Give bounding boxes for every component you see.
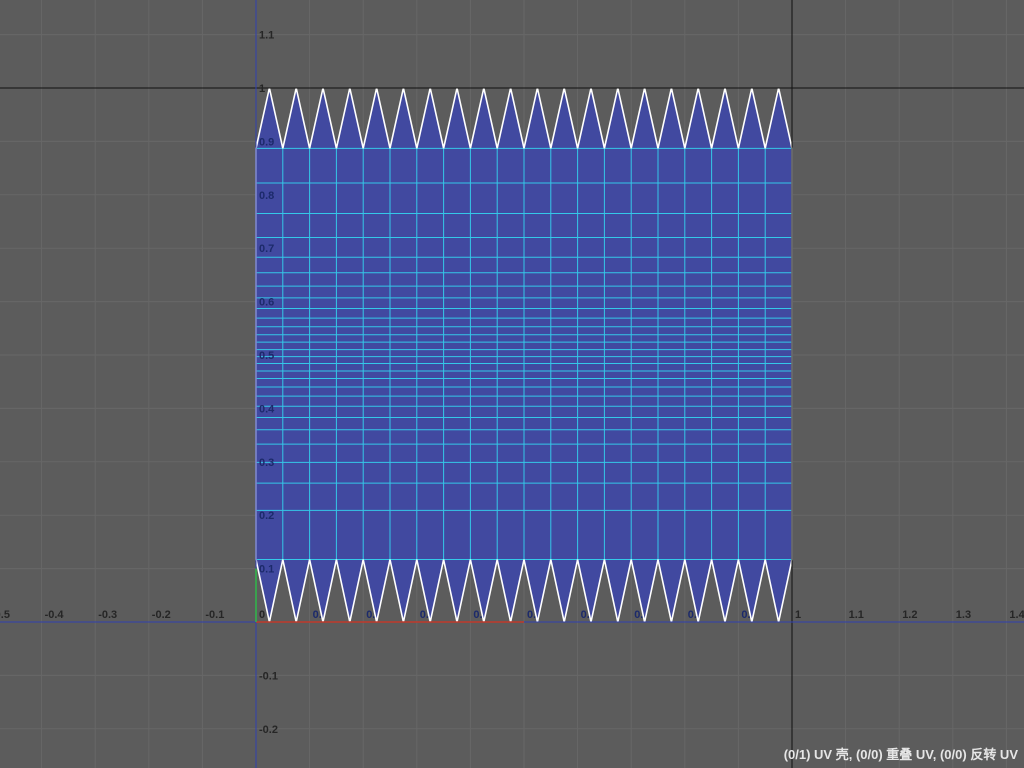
uv-status-text: (0/1) UV 壳, (0/0) 重叠 UV, (0/0) 反转 UV [783, 747, 1018, 762]
v-tick-label: 1.1 [259, 30, 274, 42]
v-tick-label: 0.2 [259, 510, 274, 522]
u-tick-label: 0. [527, 609, 536, 621]
u-tick-label: 0. [634, 609, 643, 621]
uv-canvas[interactable]: -0.5-0.4-0.3-0.2-0.100.0.0.0.0.0.0.0.0.1… [0, 0, 1024, 768]
u-tick-label: 0. [420, 609, 429, 621]
v-tick-label: -0.2 [259, 724, 278, 736]
u-tick-label: 0. [366, 609, 375, 621]
u-tick-label: -0.2 [152, 609, 171, 621]
u-tick-label: 0. [473, 609, 482, 621]
u-tick-label: 0. [741, 609, 750, 621]
u-tick-label: 1 [795, 609, 801, 621]
v-tick-label: 0.9 [259, 136, 274, 148]
u-tick-label: -0.3 [98, 609, 117, 621]
v-tick-label: 1 [259, 83, 265, 95]
u-tick-label: 1.1 [849, 609, 864, 621]
u-tick-label: -0.5 [0, 609, 10, 621]
u-tick-label: 0. [688, 609, 697, 621]
v-tick-label: -0.1 [259, 670, 278, 682]
u-tick-label: 0. [313, 609, 322, 621]
v-tick-label: 0.3 [259, 457, 274, 469]
v-tick-label: 0.5 [259, 350, 274, 362]
u-tick-label: 1.2 [902, 609, 917, 621]
uv-shell[interactable] [255, 87, 793, 623]
v-tick-label: 0.8 [259, 190, 274, 202]
uv-editor-viewport[interactable]: -0.5-0.4-0.3-0.2-0.100.0.0.0.0.0.0.0.0.1… [0, 0, 1024, 768]
u-tick-label: 1.4 [1009, 609, 1024, 621]
v-tick-label: 0.6 [259, 297, 274, 309]
v-tick-label: 0.7 [259, 243, 274, 255]
u-tick-label: 0 [259, 609, 265, 621]
v-tick-label: 0.4 [259, 403, 275, 415]
u-tick-label: -0.4 [45, 609, 65, 621]
u-tick-label: 1.3 [956, 609, 971, 621]
u-tick-label: -0.1 [205, 609, 224, 621]
v-tick-label: 0.1 [259, 564, 274, 576]
u-tick-label: 0. [581, 609, 590, 621]
